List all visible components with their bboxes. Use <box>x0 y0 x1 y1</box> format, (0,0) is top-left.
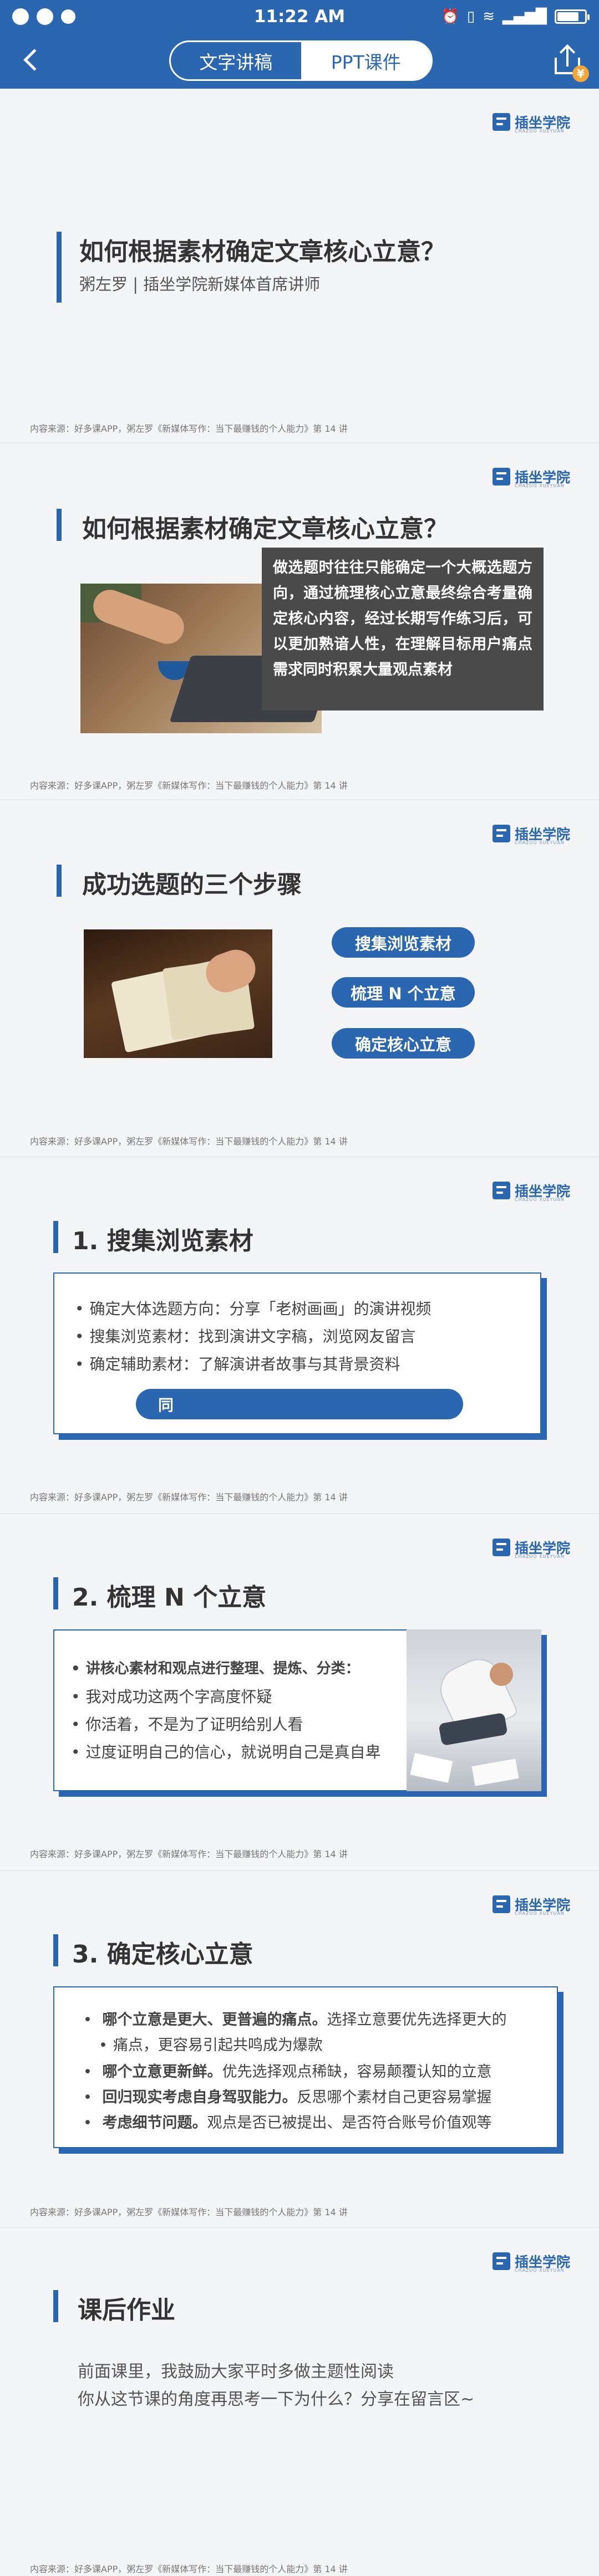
step-pill-2: 梳理 N 个立意 <box>332 977 475 1008</box>
slide-5-title: 2. 梳理 N 个立意 <box>72 1583 267 1612</box>
logo-subtext: CHAZUO XUEYUAN <box>514 1911 565 1916</box>
signal-icon: ▂▄▆█ <box>502 8 547 25</box>
source-note: 内容来源：好多课APP，粥左罗《新媒体写作：当下最赚钱的个人能力》第 14 讲 <box>30 780 348 791</box>
heading-accent-bar <box>57 232 62 303</box>
status-bar-right: ⏰ ▯ ≋ ▂▄▆█ <box>441 8 590 25</box>
bullet-item: 确定大体选题方向：分享「老树画画」的演讲视频 <box>75 1297 432 1319</box>
vibrate-icon: ▯ <box>466 8 475 25</box>
criterion-bold: 哪个立意是更大、更普遍的痛点。 <box>102 2011 327 2028</box>
alarm-icon: ⏰ <box>441 8 459 25</box>
chevron-left-icon <box>23 49 45 71</box>
homework-line: 你从这节课的角度再思考一下为什么？分享在留言区~ <box>78 2390 475 2409</box>
status-bar-left <box>12 8 75 25</box>
bullet-item: 确定辅助素材：了解演讲者故事与其背景资料 <box>75 1352 400 1374</box>
contacts-notification-icon <box>61 9 75 24</box>
step-pill-1: 搜集浏览素材 <box>332 927 475 958</box>
heading-accent-bar <box>53 1221 58 1253</box>
source-note: 内容来源：好多课APP，粥左罗《新媒体写作：当下最赚钱的个人能力》第 14 讲 <box>30 2207 348 2217</box>
brand-logo: 插坐学院 CHAZUO XUEYUAN <box>492 1894 570 1916</box>
slide-2-callout: 做选题时往往只能确定一个大概选题方向，通过梳理核心立意最终综合考量确定核心内容，… <box>262 548 544 711</box>
source-note: 内容来源：好多课APP，粥左罗《新媒体写作：当下最赚钱的个人能力》第 14 讲 <box>30 2564 348 2574</box>
logo-subtext: CHAZUO XUEYUAN <box>514 483 565 488</box>
criterion-bold: 考虑细节问题。 <box>102 2114 207 2132</box>
brand-logo: 插坐学院 CHAZUO XUEYUAN <box>492 824 570 845</box>
criterion-text: 反思哪个素材自己更容易掌握 <box>297 2089 492 2106</box>
back-button[interactable] <box>19 47 48 75</box>
heading-accent-bar <box>53 1577 58 1609</box>
homework-line: 前面课里，我鼓励大家平时多做主题性阅读 <box>78 2362 394 2381</box>
battery-icon <box>555 9 590 24</box>
heading-accent-bar <box>57 865 62 897</box>
criterion-text: 观点是否已被提出、是否符合账号价值观等 <box>207 2114 492 2132</box>
logo-mark-icon <box>492 825 510 842</box>
source-note: 内容来源：好多课APP，粥左罗《新媒体写作：当下最赚钱的个人能力》第 14 讲 <box>30 1136 348 1147</box>
share-button[interactable]: ¥ <box>550 44 589 82</box>
brand-logo: 插坐学院 CHAZUO XUEYUAN <box>492 2251 570 2273</box>
heading-accent-bar <box>57 509 62 541</box>
nav-bar: 文字讲稿 PPT课件 ¥ <box>0 33 599 89</box>
slide-3-title: 成功选题的三个步骤 <box>82 871 302 899</box>
brand-logo: 插坐学院 CHAZUO XUEYUAN <box>492 112 570 134</box>
logo-subtext: CHAZUO XUEYUAN <box>514 1554 565 1559</box>
brand-logo: 插坐学院 CHAZUO XUEYUAN <box>492 1537 570 1559</box>
criterion-item: 哪个立意更新鲜。优先选择观点稀缺，容易颠覆认知的立意 <box>83 2059 492 2081</box>
source-note: 内容来源：好多课APP，粥左罗《新媒体写作：当下最赚钱的个人能力》第 14 讲 <box>30 1849 348 1859</box>
logo-subtext: CHAZUO XUEYUAN <box>514 2268 565 2273</box>
wifi-icon: ≋ <box>483 8 495 25</box>
source-note: 内容来源：好多课APP，粥左罗《新媒体写作：当下最赚钱的个人能力》第 14 讲 <box>30 1492 348 1502</box>
slide-4-title: 1. 搜集浏览素材 <box>72 1227 253 1255</box>
criterion-bold: 哪个立意更新鲜。 <box>102 2063 222 2081</box>
bullet-item: 你活着，不是为了证明给别人看 <box>71 1713 303 1735</box>
slide-2-title: 如何根据素材确定文章核心立意？ <box>82 515 448 543</box>
scattered-papers-photo <box>407 1629 541 1791</box>
criterion-text: 优先选择观点稀缺，容易颠覆认知的立意 <box>222 2063 492 2081</box>
brand-logo: 插坐学院 CHAZUO XUEYUAN <box>492 1180 570 1202</box>
chat-notification-icon <box>37 8 53 25</box>
slide-1-subtitle: 粥左罗 | 插坐学院新媒体首席讲师 <box>79 275 321 294</box>
slide-4-bar: 同 <box>136 1389 463 1419</box>
bullet-item: 搜集浏览素材：找到演讲文字稿，浏览网友留言 <box>75 1325 416 1347</box>
logo-mark-icon <box>492 113 510 131</box>
reward-badge: ¥ <box>572 65 589 82</box>
slide-1-title: 如何根据素材确定文章核心立意？ <box>79 238 445 266</box>
book-photo <box>84 929 272 1058</box>
status-bar: 11:22 AM ⏰ ▯ ≋ ▂▄▆█ <box>0 0 599 33</box>
source-note: 内容来源：好多课APP，粥左罗《新媒体写作：当下最赚钱的个人能力》第 14 讲 <box>30 423 348 434</box>
logo-mark-icon <box>492 2252 510 2270</box>
heading-accent-bar <box>53 1934 58 1966</box>
tab-ppt[interactable]: PPT课件 <box>301 42 431 79</box>
criterion-continuation: 痛点，更容易引起共鸣成为爆款 <box>99 2033 323 2054</box>
heading-accent-bar <box>53 2290 58 2322</box>
bullet-item: 过度证明自己的信心，就说明自己是真自卑 <box>71 1740 381 1762</box>
app-notification-icon <box>12 8 29 25</box>
slide-6-title: 3. 确定核心立意 <box>72 1940 253 1969</box>
logo-subtext: CHAZUO XUEYUAN <box>514 129 565 134</box>
logo-subtext: CHAZUO XUEYUAN <box>514 840 565 845</box>
tab-transcript[interactable]: 文字讲稿 <box>171 42 301 79</box>
criterion-bold: 回归现实考虑自身驾驭能力。 <box>102 2089 297 2106</box>
step-pill-3: 确定核心立意 <box>332 1028 475 1059</box>
logo-subtext: CHAZUO XUEYUAN <box>514 1197 565 1202</box>
slide-5-lead: 讲核心素材和观点进行整理、提炼、分类： <box>71 1657 360 1678</box>
criterion-text: 选择立意要优先选择更大的 <box>327 2011 507 2028</box>
logo-mark-icon <box>492 1895 510 1913</box>
slide-7-title: 课后作业 <box>78 2296 175 2324</box>
tab-switcher: 文字讲稿 PPT课件 <box>169 40 433 81</box>
logo-mark-icon <box>492 468 510 485</box>
criterion-item: 考虑细节问题。观点是否已被提出、是否符合账号价值观等 <box>83 2110 492 2132</box>
brand-logo: 插坐学院 CHAZUO XUEYUAN <box>492 467 570 488</box>
logo-mark-icon <box>492 1539 510 1556</box>
criterion-item: 回归现实考虑自身驾驭能力。反思哪个素材自己更容易掌握 <box>83 2085 492 2107</box>
logo-mark-icon <box>492 1182 510 1199</box>
bullet-item: 我对成功这两个字高度怀疑 <box>71 1685 272 1707</box>
criterion-item: 哪个立意是更大、更普遍的痛点。选择立意要优先选择更大的 <box>83 2007 507 2029</box>
